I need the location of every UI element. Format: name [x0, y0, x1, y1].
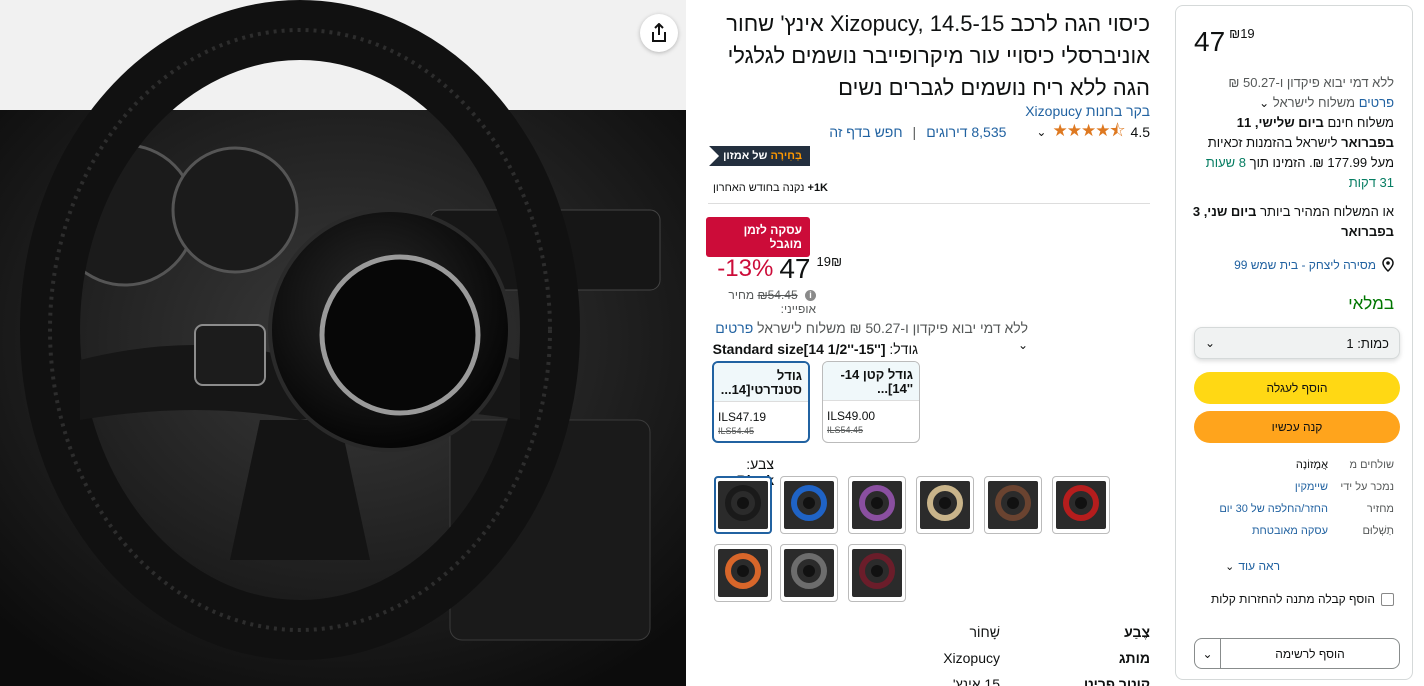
spec-value: Xizopucy: [943, 650, 1000, 666]
chevron-down-icon[interactable]: ⌄: [1195, 639, 1221, 668]
quantity-label: כמות: 1: [1346, 335, 1389, 351]
gift-receipt-label: הוסף קבלה מתנה להחזרות קלות: [1211, 592, 1375, 606]
buybox-shipping-row: פרטים משלוח לישראל ⌄: [1259, 95, 1394, 110]
swatch-image: [920, 481, 970, 529]
delivery-location-text: מסירה ליצחק - בית שמש 99: [1234, 257, 1376, 272]
gift-receipt-option[interactable]: הוסף קבלה מתנה להחזרות קלות: [1211, 592, 1394, 606]
wheel-hub: [939, 497, 951, 509]
spec-value: 15 אינץ': [952, 676, 1000, 686]
swatch-image: [988, 481, 1038, 529]
wheel-hub: [737, 497, 749, 509]
share-icon: [652, 23, 666, 42]
color-swatch-grey[interactable]: [780, 544, 838, 602]
spec-value: שָׁחוֹר: [969, 624, 1000, 640]
spec-key: מותג: [1118, 650, 1150, 666]
buybox-price: 47 ₪19: [1194, 26, 1255, 58]
chevron-down-icon: ⌄: [1225, 560, 1235, 573]
buybox-details-link[interactable]: פרטים: [1359, 95, 1394, 110]
detail-row-payment: תַשְׁלוּם עסקה מאובטחת: [1184, 525, 1394, 537]
buybox-price-whole: 47: [1194, 26, 1226, 57]
product-details: כיסוי הגה לרכב Xizopucy, 14.5-15 אינץ' ש…: [706, 0, 1156, 686]
color-swatches: [706, 0, 1156, 686]
fastest-shipping-info: או המשלוח המהיר ביותר ביום שני, 3 בפברוא…: [1192, 204, 1394, 239]
detail-row-ships-from: שולחים מ אֲמָזוֹנָה: [1295, 459, 1394, 471]
swatch-image: [718, 481, 768, 529]
swatch-image: [852, 481, 902, 529]
delivery-location[interactable]: מסירה ליצחק - בית שמש 99: [1234, 257, 1394, 272]
detail-row-returns: מחזיר החזר/החלפה של 30 יום: [1184, 503, 1394, 515]
free-shipping-info: משלוח חינם ביום שלישי, 11 בפברואר לישראל…: [1205, 115, 1394, 190]
wheel-hub: [871, 565, 883, 577]
steering-wheel-photo: [0, 0, 686, 686]
spec-row: מותג Xizopucy: [710, 650, 1150, 666]
share-button[interactable]: [640, 14, 678, 52]
spec-key: צֶבַע: [1124, 624, 1150, 640]
color-swatch-orange[interactable]: [714, 544, 772, 602]
spec-key: קוטר פריט: [1083, 676, 1150, 686]
wheel-hub: [803, 565, 815, 577]
add-to-cart-button[interactable]: הוסף לעגלה: [1194, 372, 1400, 404]
color-swatch-beige[interactable]: [916, 476, 974, 534]
wheel-hub: [737, 565, 749, 577]
swatch-image: [784, 549, 834, 597]
see-more-link[interactable]: ראה עוד ⌄: [1225, 559, 1280, 573]
color-swatch-red[interactable]: [1052, 476, 1110, 534]
add-to-list-label[interactable]: הוסף לרשימה: [1221, 639, 1399, 668]
wheel-hub: [803, 497, 815, 509]
wheel-hub: [1007, 497, 1019, 509]
spec-row: צֶבַע שָׁחוֹר: [710, 624, 1150, 640]
chevron-down-icon[interactable]: ⌄: [1259, 96, 1269, 110]
quantity-select[interactable]: כמות: 1 ⌄: [1194, 327, 1400, 359]
color-swatch-blue[interactable]: [780, 476, 838, 534]
buy-now-button[interactable]: קנה עכשיו: [1194, 411, 1400, 443]
gift-receipt-checkbox[interactable]: [1381, 592, 1394, 606]
buybox-import-fee: ללא דמי יבוא פיקדון ו-50.27 ₪: [1228, 75, 1394, 90]
seller-link[interactable]: שיימקין: [1184, 481, 1328, 493]
swatch-image: [852, 549, 902, 597]
color-swatch-brown[interactable]: [984, 476, 1042, 534]
swatch-image: [1056, 481, 1106, 529]
add-to-list-button[interactable]: הוסף לרשימה ⌄: [1194, 638, 1400, 669]
wheel-hub: [871, 497, 883, 509]
detail-row-sold-by: נמכר על ידי שיימקין: [1184, 481, 1394, 493]
payment-link[interactable]: עסקה מאובטחת: [1184, 525, 1328, 537]
spec-row: קוטר פריט 15 אינץ': [710, 676, 1150, 686]
swatch-image: [718, 549, 768, 597]
product-image[interactable]: [0, 0, 686, 686]
color-swatch-wine[interactable]: [848, 544, 906, 602]
buy-box: 47 ₪19 ללא דמי יבוא פיקדון ו-50.27 ₪ פרט…: [1175, 5, 1413, 680]
returns-link[interactable]: החזר/החלפה של 30 יום: [1184, 503, 1328, 515]
color-swatch-black[interactable]: [714, 476, 772, 534]
location-pin-icon: [1382, 257, 1394, 272]
buybox-price-fraction: ₪19: [1229, 26, 1255, 41]
color-swatch-purple[interactable]: [848, 476, 906, 534]
in-stock-status: במלאי: [1348, 294, 1394, 313]
wheel-hub: [1075, 497, 1087, 509]
chevron-down-icon: ⌄: [1205, 336, 1216, 350]
swatch-image: [784, 481, 834, 529]
